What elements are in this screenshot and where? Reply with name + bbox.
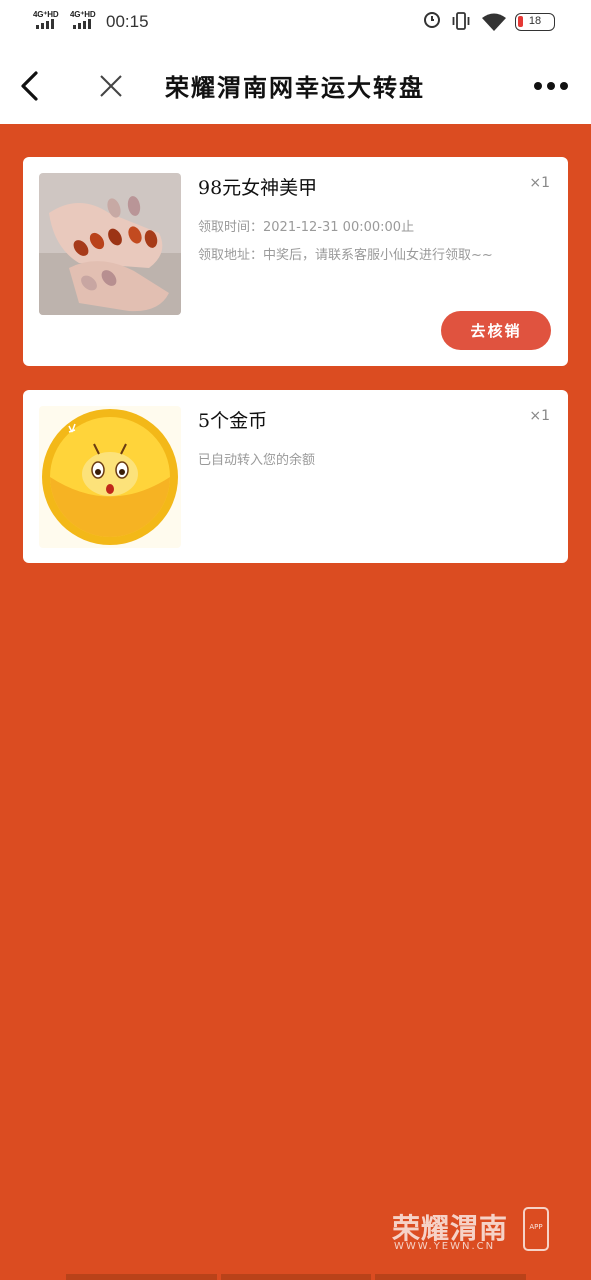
battery-icon: 18 <box>515 13 555 31</box>
prize-quantity: ×1 <box>529 175 550 191</box>
prize-note: 已自动转入您的余额 <box>198 453 316 468</box>
signal-label: 4G⁺HD <box>70 10 96 19</box>
alarm-icon <box>424 12 440 28</box>
status-time: 00:15 <box>106 12 149 31</box>
app-badge-label: APP <box>529 1223 543 1231</box>
redeem-button[interactable]: 去核销 <box>441 311 551 350</box>
prize-name: 98元女神美甲 <box>198 177 318 199</box>
gold-coin-image <box>39 406 181 548</box>
prize-card: 98元女神美甲 ×1 领取时间：2021-12-31 00:00:00止 领取地… <box>23 157 568 366</box>
claim-time: 领取时间：2021-12-31 00:00:00止 <box>198 220 415 235</box>
nail-art-image <box>39 173 181 315</box>
watermark-url: WWW.YEWN.CN <box>394 1241 496 1252</box>
watermark-logo: 荣耀渭南 WWW.YEWN.CN APP <box>392 1207 552 1255</box>
prize-quantity: ×1 <box>529 408 550 424</box>
back-icon[interactable] <box>18 70 42 102</box>
nav-bar: 荣耀渭南网幸运大转盘 <box>0 46 591 124</box>
app-badge-icon: APP <box>523 1207 549 1251</box>
signal-label: 4G⁺HD <box>33 10 59 19</box>
signal-icon: 4G⁺HD <box>70 10 100 32</box>
vibrate-icon <box>452 12 470 30</box>
status-bar: 4G⁺HD 4G⁺HD 00:15 18 <box>0 0 591 46</box>
close-icon[interactable] <box>98 73 124 99</box>
signal-icon: 4G⁺HD <box>33 10 63 32</box>
page-title: 荣耀渭南网幸运大转盘 <box>165 73 425 102</box>
wifi-icon <box>482 13 506 31</box>
prize-name: 5个金币 <box>198 410 268 432</box>
bottom-strip <box>66 1274 527 1280</box>
claim-address: 领取地址：中奖后，请联系客服小仙女进行领取~~ <box>198 248 493 263</box>
prize-card: 5个金币 ×1 已自动转入您的余额 <box>23 390 568 563</box>
battery-level: 18 <box>528 15 542 27</box>
more-icon[interactable] <box>534 82 568 90</box>
